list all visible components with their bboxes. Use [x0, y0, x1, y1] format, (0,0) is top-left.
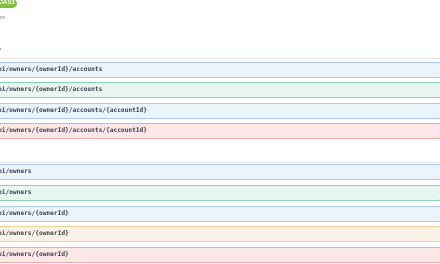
operation-delete-owner[interactable]: pi/owners/{ownerId}	[0, 247, 440, 263]
operation-post-owners[interactable]: pi/owners	[0, 185, 440, 201]
section-divider	[0, 58, 440, 59]
operation-get-owner[interactable]: pi/owners/{ownerId}	[0, 206, 440, 222]
operation-path: pi/owners/{ownerId}	[0, 210, 69, 217]
section-divider	[0, 162, 440, 163]
operation-path: pi/owners/{ownerId}	[0, 230, 69, 237]
operation-path: pi/owners/{ownerId}/accounts/{accountId}	[0, 107, 148, 114]
api-definition-link[interactable]: pon	[0, 15, 5, 21]
operation-get-account[interactable]: pi/owners/{ownerId}/accounts/{accountId}	[0, 103, 440, 119]
operation-path: pi/owners/{ownerId}/accounts/{accountId}	[0, 127, 148, 134]
operation-get-accounts[interactable]: pi/owners/{ownerId}/accounts	[0, 62, 440, 78]
operation-path: pi/owners	[0, 189, 32, 196]
operation-path: pi/owners	[0, 168, 32, 175]
operation-path: pi/owners/{ownerId}	[0, 251, 69, 258]
operation-put-owner[interactable]: pi/owners/{ownerId}	[0, 226, 440, 242]
operation-path: pi/owners/{ownerId}/accounts	[0, 86, 103, 93]
operation-post-accounts[interactable]: pi/owners/{ownerId}/accounts	[0, 82, 440, 98]
operation-get-owners[interactable]: pi/owners	[0, 164, 440, 180]
tag-group-marker	[0, 48, 1, 50]
operation-delete-account[interactable]: pi/owners/{ownerId}/accounts/{accountId}	[0, 123, 440, 139]
operation-path: pi/owners/{ownerId}/accounts	[0, 66, 103, 73]
oas-version-badge: OAS3	[0, 0, 17, 8]
